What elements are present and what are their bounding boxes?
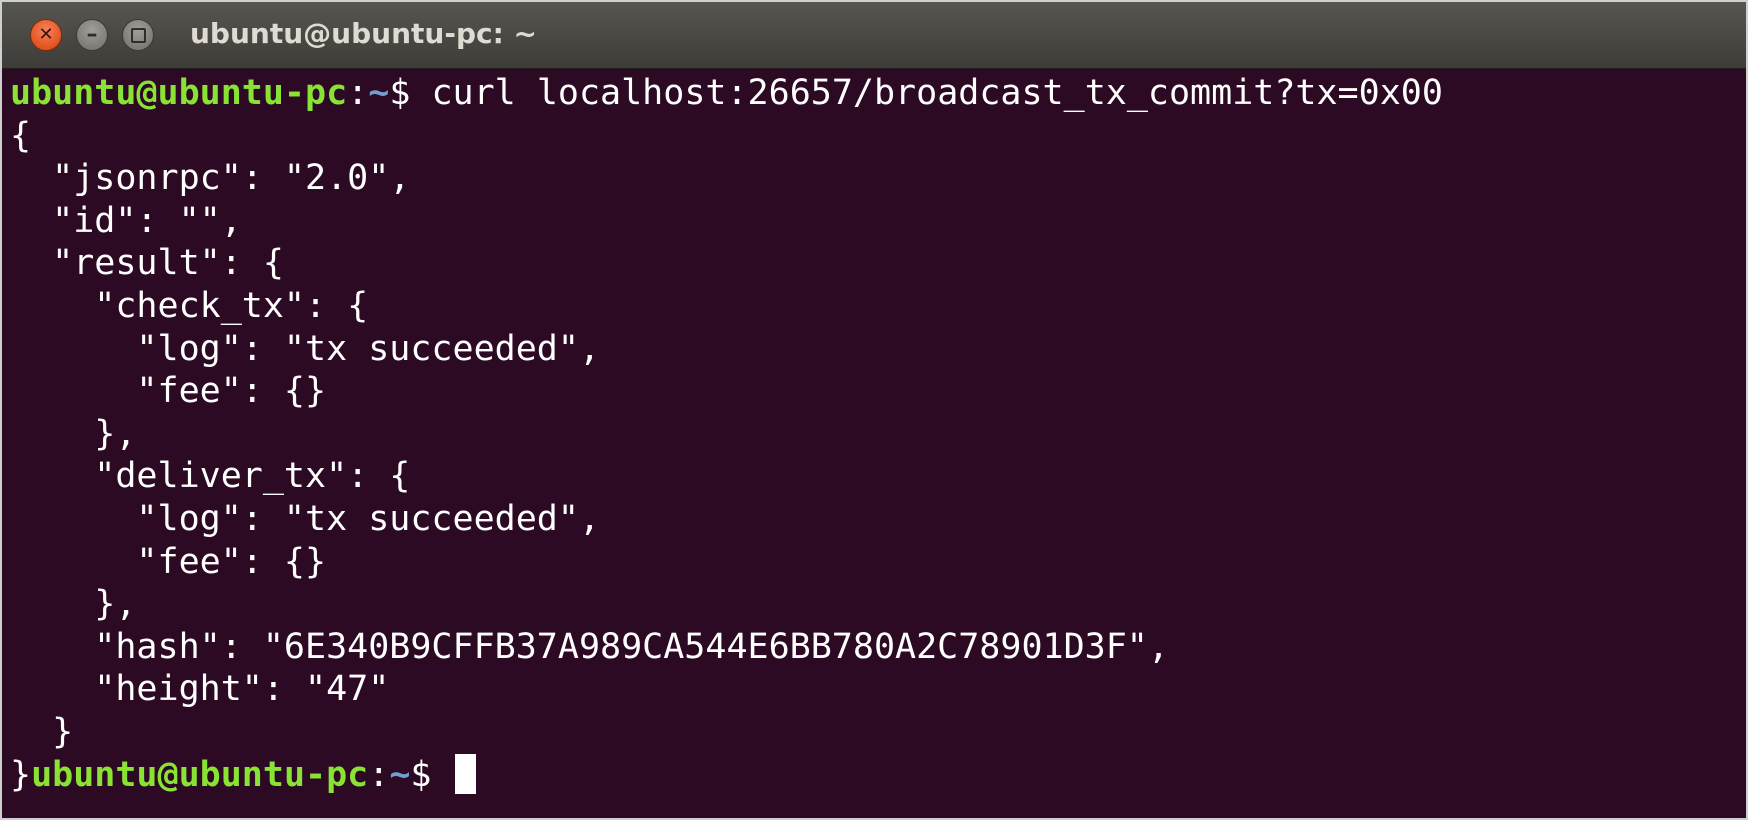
output-line: "check_tx": {: [10, 285, 369, 326]
command-line: ubuntu@ubuntu-pc:~$ curl localhost:26657…: [10, 72, 1742, 115]
closing-brace: }: [10, 754, 32, 795]
prompt-user-host: ubuntu@ubuntu-pc: [31, 754, 369, 795]
terminal-output[interactable]: ubuntu@ubuntu-pc:~$ curl localhost:26657…: [10, 72, 1742, 814]
terminal-window: ✕ – ubuntu@ubuntu-pc: ~ ubuntu@ubuntu-pc…: [0, 0, 1748, 820]
output-line: },: [10, 584, 137, 625]
output-line: }: [10, 711, 74, 752]
minimize-icon: –: [86, 22, 98, 47]
output-line: },: [10, 413, 137, 454]
prompt-path: ~: [389, 754, 411, 795]
close-icon: ✕: [38, 24, 54, 45]
prompt-line: }ubuntu@ubuntu-pc:~$: [10, 753, 1742, 797]
prompt-symbol: $: [410, 754, 453, 795]
output-line: "jsonrpc": "2.0",: [10, 158, 411, 199]
prompt-separator: :: [347, 73, 369, 113]
minimize-button[interactable]: –: [76, 19, 108, 51]
prompt-path: ~: [368, 73, 390, 113]
prompt-user-host: ubuntu@ubuntu-pc: [10, 73, 348, 113]
output-line: "fee": {}: [10, 541, 327, 582]
window-title: ubuntu@ubuntu-pc: ~: [190, 17, 537, 50]
text-cursor: [454, 753, 476, 794]
maximize-icon: [130, 27, 146, 43]
output-line: "log": "tx succeeded",: [10, 328, 601, 369]
output-line: "height": "47": [10, 669, 390, 710]
output-line: "id": "",: [10, 200, 242, 241]
title-bar[interactable]: ✕ – ubuntu@ubuntu-pc: ~: [2, 2, 1746, 69]
maximize-button[interactable]: [122, 19, 154, 51]
output-line: "hash": "6E340B9CFFB37A989CA544E6BB780A2…: [10, 626, 1169, 667]
output-line: "fee": {}: [10, 371, 327, 412]
close-button[interactable]: ✕: [30, 19, 62, 51]
output-line: "log": "tx succeeded",: [10, 498, 601, 539]
output-line: "result": {: [10, 243, 284, 284]
output-line: "deliver_tx": {: [10, 456, 411, 497]
prompt-symbol: $: [389, 73, 432, 113]
prompt-separator: :: [368, 754, 390, 795]
output-line: {: [10, 115, 32, 156]
command-text: curl localhost:26657/broadcast_tx_commit…: [431, 73, 1443, 113]
